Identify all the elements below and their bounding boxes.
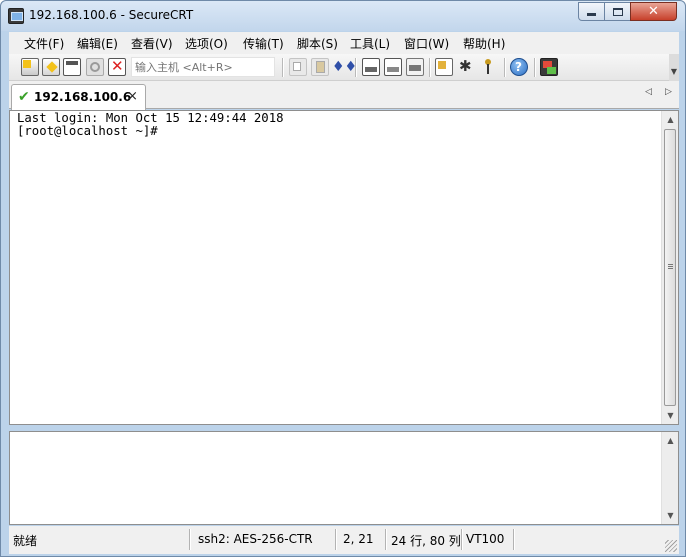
quick-connect-icon <box>46 61 58 73</box>
keygen-icon-part <box>547 67 556 74</box>
keygen-button[interactable] <box>540 58 558 76</box>
minimize-icon <box>587 13 596 16</box>
connect-button[interactable] <box>21 58 39 76</box>
terminal-line: [root@localhost ~]# <box>17 124 158 138</box>
securecrt-window: 192.168.100.6 - SecureCRT ✕ 文件(F) 编辑(E) … <box>0 0 686 557</box>
global-options-icon: ✱ <box>459 57 472 75</box>
status-divider <box>461 529 462 550</box>
menu-help[interactable]: 帮助(H) <box>463 35 505 52</box>
session-options-icon <box>438 61 446 69</box>
menu-options[interactable]: 选项(O) <box>185 35 228 52</box>
help-icon: ? <box>515 60 522 74</box>
status-cipher: ssh2: AES-256-CTR <box>198 532 313 546</box>
reconnect-icon <box>90 62 100 72</box>
find-icon: ♦♦ <box>332 59 358 75</box>
paste-icon <box>316 61 325 73</box>
keymap-button[interactable] <box>480 58 498 76</box>
tab-scroll-right-icon[interactable]: ▷ <box>665 87 672 97</box>
command-window-scrollbar[interactable]: ▲ ▼ <box>661 432 678 524</box>
quick-connect-input[interactable] <box>131 57 275 77</box>
thumb-grip <box>668 266 673 267</box>
tab-scroll-left-icon[interactable]: ◁ <box>645 87 652 97</box>
close-icon: ✕ <box>648 4 659 19</box>
status-divider <box>385 529 386 550</box>
print-button[interactable] <box>362 58 380 76</box>
maximize-button[interactable] <box>604 2 631 21</box>
session-tab[interactable]: ✔ 192.168.100.6 × <box>11 84 146 110</box>
session-tab-label: 192.168.100.6 <box>34 90 132 104</box>
status-ready: 就绪 <box>13 534 38 548</box>
menu-view[interactable]: 查看(V) <box>131 35 173 52</box>
status-bar: 就绪 ssh2: AES-256-CTR 2, 21 24 行, 80 列 VT… <box>9 526 679 554</box>
connected-check-icon: ✔ <box>18 89 30 105</box>
print-setup-button[interactable] <box>406 58 424 76</box>
tab-close-icon[interactable]: × <box>127 89 138 104</box>
toolbar-separator <box>504 58 505 77</box>
connect-in-tab-button[interactable] <box>63 58 81 76</box>
terminal-scroll-thumb[interactable] <box>664 129 676 406</box>
terminal-scrollbar[interactable]: ▲ ▼ <box>661 111 678 424</box>
window-title: 192.168.100.6 - SecureCRT <box>29 8 194 22</box>
menu-script[interactable]: 脚本(S) <box>297 35 338 52</box>
session-options-button[interactable] <box>435 58 453 76</box>
menu-tools[interactable]: 工具(L) <box>350 35 390 52</box>
toolbar: ✕ ♦♦ ✱ <box>9 54 679 81</box>
status-terminal-size: 24 行, 80 列 <box>391 534 461 548</box>
scroll-up-arrow-icon[interactable]: ▲ <box>662 432 679 449</box>
thumb-grip <box>668 268 673 269</box>
menu-transfer[interactable]: 传输(T) <box>243 35 284 52</box>
quick-connect-button[interactable] <box>42 58 60 76</box>
copy-button[interactable] <box>289 58 307 76</box>
connect-icon <box>23 60 31 68</box>
terminal-output[interactable]: Last login: Mon Oct 15 12:49:44 2018 [roo… <box>17 112 657 138</box>
toolbar-separator <box>355 58 356 77</box>
command-window[interactable]: ▲ ▼ <box>9 431 679 525</box>
paste-button[interactable] <box>311 58 329 76</box>
toolbar-overflow-chevron-icon[interactable]: ▼ <box>669 54 679 81</box>
scroll-up-arrow-icon[interactable]: ▲ <box>662 111 679 128</box>
copy-icon <box>293 62 301 71</box>
global-options-button[interactable]: ✱ <box>458 57 476 76</box>
toolbar-separator <box>282 58 283 77</box>
close-window-button[interactable]: ✕ <box>630 2 677 21</box>
find-button[interactable]: ♦♦ <box>332 58 357 76</box>
scroll-down-arrow-icon[interactable]: ▼ <box>662 407 679 424</box>
disconnect-button[interactable]: ✕ <box>108 57 126 76</box>
securecrt-app-icon[interactable] <box>8 8 24 24</box>
minimize-button[interactable] <box>578 2 605 21</box>
status-divider <box>513 529 514 550</box>
title-bar[interactable]: 192.168.100.6 - SecureCRT ✕ <box>1 1 685 31</box>
status-emulation: VT100 <box>466 532 505 546</box>
resize-grip[interactable] <box>665 540 677 552</box>
maximize-icon <box>612 7 623 16</box>
menu-window[interactable]: 窗口(W) <box>404 35 449 52</box>
terminal-pane[interactable]: Last login: Mon Oct 15 12:49:44 2018 [roo… <box>9 110 679 425</box>
status-cursor-position: 2, 21 <box>343 532 374 546</box>
status-divider <box>189 529 190 550</box>
help-button[interactable]: ? <box>510 58 528 76</box>
session-tab-bar: ✔ 192.168.100.6 × ◁ ▷ <box>9 81 679 110</box>
connect-in-tab-icon <box>66 61 78 65</box>
print-icon <box>365 67 377 72</box>
print-selection-icon <box>387 67 399 72</box>
status-divider <box>335 529 336 550</box>
toolbar-separator <box>429 58 430 77</box>
reconnect-button[interactable] <box>86 58 104 76</box>
key-shaft <box>487 64 489 74</box>
print-setup-icon <box>409 65 421 71</box>
menu-edit[interactable]: 编辑(E) <box>77 35 118 52</box>
scroll-down-arrow-icon[interactable]: ▼ <box>662 507 679 524</box>
menu-file[interactable]: 文件(F) <box>24 35 64 52</box>
toolbar-separator <box>534 58 535 77</box>
menu-bar: 文件(F) 编辑(E) 查看(V) 选项(O) 传输(T) 脚本(S) 工具(L… <box>9 32 679 54</box>
disconnect-icon: ✕ <box>111 57 124 75</box>
thumb-grip <box>668 264 673 265</box>
print-selection-button[interactable] <box>384 58 402 76</box>
